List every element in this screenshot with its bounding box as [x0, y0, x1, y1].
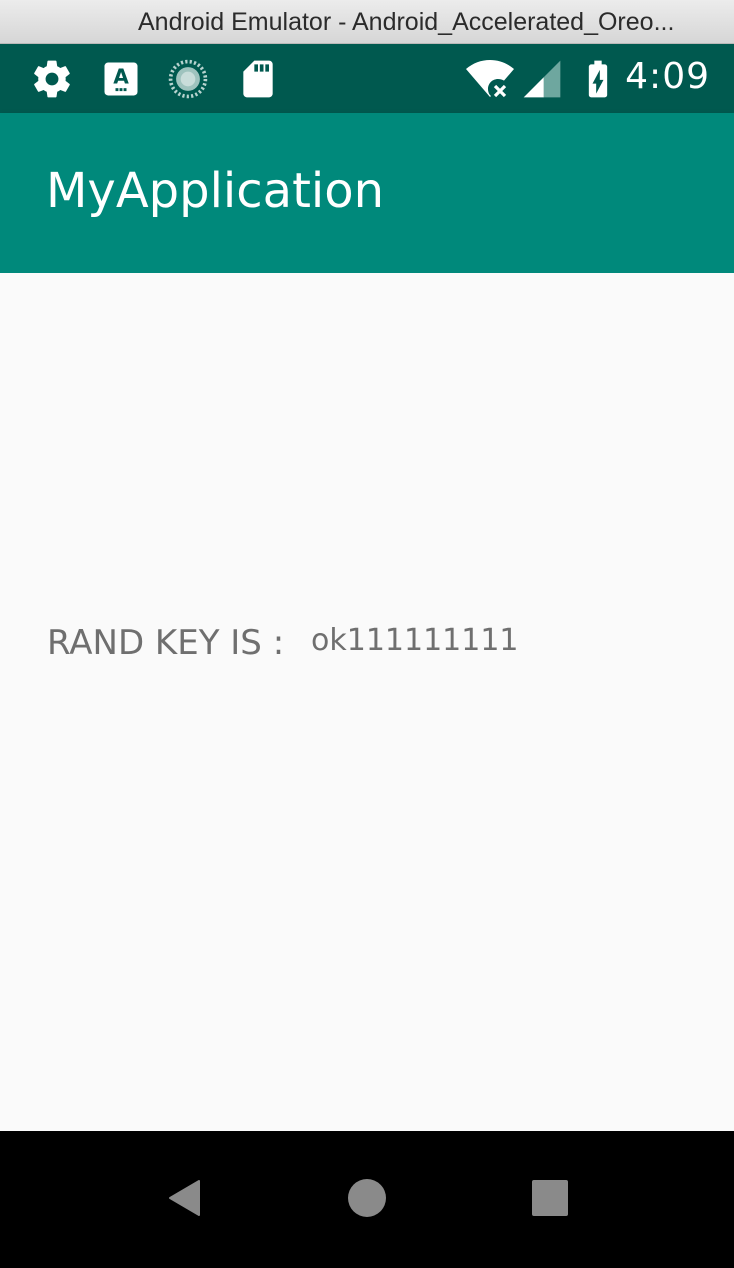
app-title: MyApplication: [46, 163, 385, 219]
window-titlebar[interactable]: Android Emulator - Android_Accelerated_O…: [0, 0, 734, 44]
keyboard-a-icon: A: [99, 57, 143, 101]
navigation-bar: [0, 1131, 734, 1268]
battery-charging-icon: [576, 57, 620, 101]
recents-icon[interactable]: [532, 1180, 568, 1216]
rand-key-label: RAND KEY IS :: [47, 623, 285, 663]
window-title: Android Emulator - Android_Accelerated_O…: [138, 8, 675, 36]
sd-card-icon: [236, 57, 280, 101]
sync-spinner-icon: [166, 57, 210, 101]
back-icon[interactable]: [164, 1178, 204, 1218]
status-bar[interactable]: A 4:09: [0, 44, 734, 113]
cell-signal-icon: [520, 57, 564, 101]
rand-key-value: ok111111111: [311, 623, 519, 658]
status-time: 4:09: [625, 56, 710, 97]
gear-icon: [30, 57, 74, 101]
home-icon[interactable]: [347, 1178, 387, 1218]
emulator-window: Android Emulator - Android_Accelerated_O…: [0, 0, 734, 1268]
wifi-off-icon: [464, 57, 516, 101]
app-bar: MyApplication: [0, 113, 734, 273]
svg-text:A: A: [113, 65, 129, 89]
main-content: RAND KEY IS : ok111111111: [0, 273, 734, 1131]
